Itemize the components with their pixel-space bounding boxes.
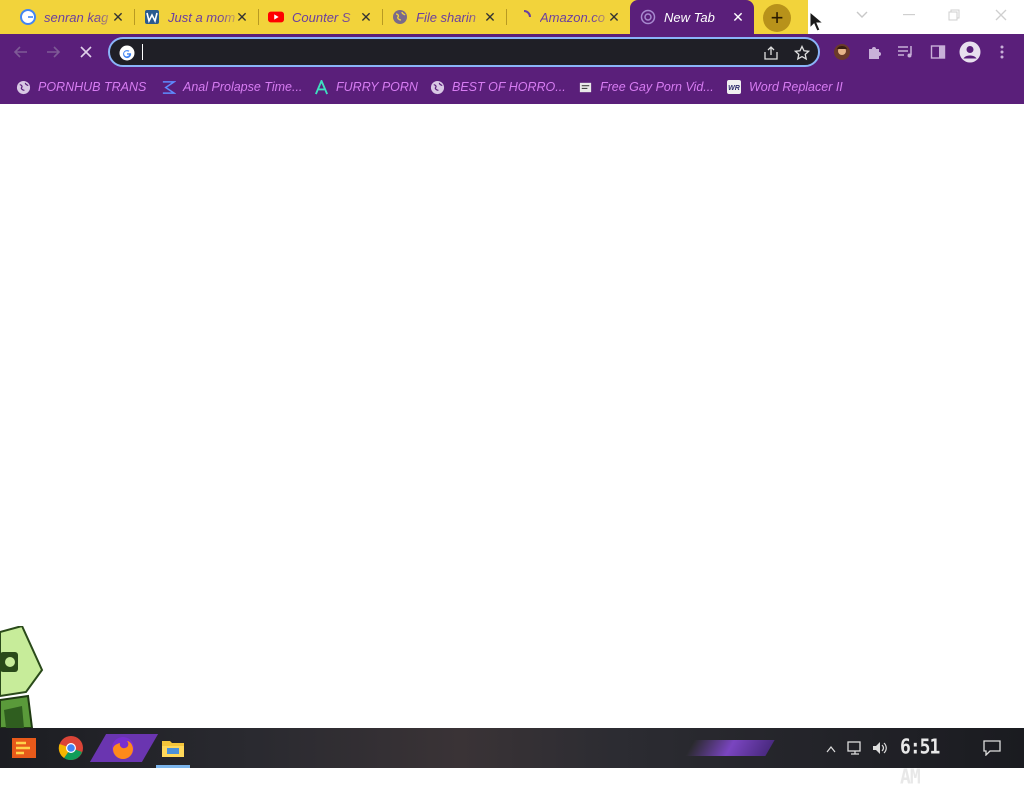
windows-taskbar [0, 728, 1024, 768]
tab-senran[interactable]: senran kag ✕ [10, 0, 134, 34]
restore-button[interactable] [934, 0, 974, 30]
arrow-right-icon [47, 46, 61, 58]
browser-menu-button[interactable] [990, 40, 1014, 64]
new-tab-button[interactable]: + [763, 4, 791, 32]
tab-search-button[interactable] [842, 0, 882, 30]
extensions-button[interactable] [862, 40, 886, 64]
close-icon [80, 46, 92, 58]
arrow-left-icon [13, 46, 27, 58]
bookmark-label: BEST OF HORRO... [452, 80, 566, 94]
bookmark-star-icon[interactable] [793, 44, 811, 62]
chrome-icon [58, 736, 83, 761]
site-icon [577, 79, 593, 95]
back-button[interactable] [9, 40, 33, 64]
globe-icon [15, 79, 31, 95]
desktop-mascot-character [0, 626, 44, 728]
google-icon [118, 44, 136, 62]
media-queue-icon [898, 46, 912, 58]
share-icon[interactable] [762, 44, 780, 62]
close-icon[interactable]: ✕ [606, 9, 622, 25]
extension-avatar-button[interactable] [830, 40, 854, 64]
bookmark-item[interactable]: Free Gay Porn Vid... [577, 77, 714, 97]
bookmark-item[interactable]: WR Word Replacer II [726, 77, 843, 97]
notification-center-icon[interactable] [983, 740, 1001, 761]
loading-spinner-icon [516, 9, 532, 25]
network-icon[interactable] [847, 740, 865, 761]
firefox-taskbar-button[interactable] [107, 732, 139, 764]
taskbar-decoration-bar [685, 740, 775, 756]
extension-avatar-icon [834, 44, 850, 60]
close-icon[interactable]: ✕ [358, 9, 374, 25]
tab-title: New Tab [664, 9, 715, 25]
tab-new-tab[interactable]: New Tab ✕ [630, 0, 754, 34]
file-explorer-icon [162, 741, 184, 757]
taskbar-clock[interactable]: 6:51 AM [900, 733, 966, 789]
tab-counter[interactable]: Counter S ✕ [258, 0, 382, 34]
start-button[interactable] [8, 732, 40, 764]
volume-icon[interactable] [871, 740, 889, 761]
tab-title: senran kag [44, 9, 109, 25]
minimize-icon [903, 14, 915, 16]
close-icon[interactable]: ✕ [482, 9, 498, 25]
browser-toolbar [0, 34, 1024, 70]
more-vertical-icon [1000, 45, 1004, 59]
bookmarks-bar: PORNHUB TRANS Anal Prolapse Time... FURR… [0, 70, 1024, 104]
arrow-logo-icon [313, 79, 329, 95]
tab-file-sharing[interactable]: File sharin ✕ [382, 0, 506, 34]
chevron-down-icon [856, 11, 868, 18]
start-icon [12, 738, 36, 758]
puzzle-icon [869, 47, 881, 59]
profile-button[interactable] [958, 40, 982, 64]
tab-amazon[interactable]: Amazon.co ✕ [506, 0, 630, 34]
mouse-cursor-icon [809, 10, 825, 32]
bracket-icon [160, 79, 176, 95]
page-content [0, 104, 1024, 728]
chevron-up-icon[interactable] [826, 740, 836, 758]
close-icon [995, 9, 1007, 21]
file-explorer-taskbar-button[interactable] [157, 732, 189, 764]
wr-extension-icon: WR [726, 79, 742, 95]
close-icon[interactable]: ✕ [234, 9, 250, 25]
media-controls-button[interactable] [894, 40, 918, 64]
firefox-icon [112, 737, 134, 759]
tab-title: Counter S [292, 9, 351, 25]
close-icon[interactable]: ✕ [110, 9, 126, 25]
tab-title: Just a mom [168, 9, 236, 25]
profile-avatar-icon [959, 41, 981, 63]
chrome-taskbar-button[interactable] [55, 732, 87, 764]
side-panel-button[interactable] [926, 40, 950, 64]
close-window-button[interactable] [981, 0, 1021, 30]
stop-loading-button[interactable] [74, 40, 98, 64]
forward-button[interactable] [41, 40, 65, 64]
window-controls-area [808, 0, 1024, 34]
bookmark-item[interactable]: BEST OF HORRO... [429, 77, 566, 97]
bookmark-label: Anal Prolapse Time... [183, 80, 303, 94]
side-panel-icon [930, 45, 946, 59]
globe-icon [429, 79, 445, 95]
minimize-button[interactable] [889, 0, 929, 30]
tab-title: File sharin [416, 9, 476, 25]
bookmark-label: FURRY PORN [336, 80, 418, 94]
bookmark-label: Free Gay Porn Vid... [600, 80, 714, 94]
close-icon[interactable]: ✕ [730, 9, 746, 25]
globe-icon [392, 9, 408, 25]
svg-text:WR: WR [728, 85, 740, 92]
google-icon [20, 9, 36, 25]
address-input[interactable] [144, 43, 748, 63]
bookmark-item[interactable]: PORNHUB TRANS [15, 77, 146, 97]
bookmark-item[interactable]: Anal Prolapse Time... [160, 77, 302, 97]
tab-strip: senran kag ✕ Just a mom ✕ Counter S ✕ Fi… [0, 0, 1024, 34]
youtube-icon [268, 9, 284, 25]
tab-just-a-mom[interactable]: Just a mom ✕ [134, 0, 258, 34]
address-bar[interactable] [108, 37, 820, 67]
restore-icon [948, 9, 960, 21]
bookmark-item[interactable]: FURRY PORN [313, 77, 418, 97]
bookmark-label: PORNHUB TRANS [38, 80, 147, 94]
text-caret [142, 44, 143, 60]
chrome-newtab-icon [640, 9, 656, 25]
wattpad-icon [144, 9, 160, 25]
bookmark-label: Word Replacer II [749, 80, 843, 94]
tab-title: Amazon.co [540, 9, 606, 25]
